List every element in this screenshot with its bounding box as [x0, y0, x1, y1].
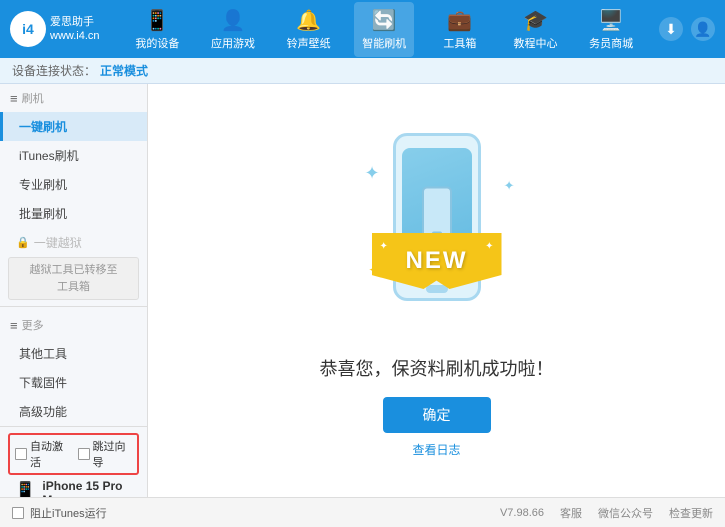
header-actions: ⬇ 👤 — [659, 17, 715, 41]
sidebar-item-itunes-flash[interactable]: iTunes刷机 — [0, 141, 147, 170]
status-bar: 设备连接状态： 正常模式 — [0, 58, 725, 84]
nav-bar: 📱 我的设备 👤 应用游戏 🔔 铃声壁纸 🔄 智能刷机 💼 工具箱 🎓 教程中心… — [120, 2, 649, 57]
status-value: 正常模式 — [100, 62, 148, 79]
flash-group-icon: ≡ — [10, 91, 18, 106]
wechat-public-link[interactable]: 微信公众号 — [598, 505, 653, 521]
sparkle-right-top: ✦ — [504, 178, 515, 194]
smart-flash-icon: 🔄 — [372, 8, 397, 33]
ribbon-body: ✦ NEW ✦ — [372, 233, 502, 289]
check-update-link[interactable]: 检查更新 — [669, 505, 713, 521]
ribbon-star-left: ✦ — [380, 241, 388, 252]
nav-smart-flash-label: 智能刷机 — [362, 35, 406, 51]
nav-ringtone-label: 铃声壁纸 — [287, 35, 331, 51]
device-details: iPhone 15 Pro Max 512GB iPhone — [42, 479, 133, 497]
sidebar-item-download-firmware[interactable]: 下载固件 — [0, 368, 147, 397]
sidebar-item-jailbreak-disabled: 🔒 一键越狱 — [0, 228, 147, 257]
nav-my-device-label: 我的设备 — [135, 35, 179, 51]
skip-guide-label: 跳过向导 — [93, 438, 133, 470]
nav-my-device[interactable]: 📱 我的设备 — [127, 2, 187, 57]
success-ribbon: ✦ NEW ✦ — [372, 233, 502, 289]
sidebar-item-one-key-flash[interactable]: 一键刷机 — [0, 112, 147, 141]
stop-itunes-checkbox[interactable] — [12, 507, 24, 519]
sidebar-more-section: ≡ 更多 其他工具 下载固件 高级功能 — [0, 311, 147, 426]
logo: i4 爱思助手 www.i4.cn — [10, 11, 100, 47]
nav-tutorial[interactable]: 🎓 教程中心 — [505, 2, 565, 57]
nav-toolbox-label: 工具箱 — [443, 35, 476, 51]
sidebar-item-other-tools[interactable]: 其他工具 — [0, 339, 147, 368]
nav-tutorial-label: 教程中心 — [513, 35, 557, 51]
auto-activate-checkbox[interactable]: 自动激活 — [15, 438, 70, 470]
skip-guide-cb-box[interactable] — [78, 448, 90, 460]
nav-service-label: 务员商城 — [589, 35, 633, 51]
content-area: ✦ NEW ✦ ✦ ✦ ✦ 恭喜您，保资料刷机成功啦！ 确定 查看日志 — [148, 84, 725, 497]
header: i4 爱思助手 www.i4.cn 📱 我的设备 👤 应用游戏 🔔 铃声壁纸 🔄… — [0, 0, 725, 58]
sidebar-flash-section: ≡ 刷机 一键刷机 iTunes刷机 专业刷机 批量刷机 🔒 一键越狱 越狱工具… — [0, 84, 147, 300]
ringtone-icon: 🔔 — [296, 8, 321, 33]
bottom-right: V7.98.66 客服 微信公众号 检查更新 — [500, 505, 713, 521]
auto-activate-label: 自动激活 — [30, 438, 70, 470]
sidebar-disabled-notice: 越狱工具已转移至工具箱 — [8, 257, 139, 300]
more-group-icon: ≡ — [10, 318, 18, 333]
nav-toolbox[interactable]: 💼 工具箱 — [430, 2, 490, 57]
bottom-bar: 阻止iTunes运行 V7.98.66 客服 微信公众号 检查更新 — [0, 497, 725, 527]
auto-activate-cb-box[interactable] — [15, 448, 27, 460]
user-btn[interactable]: 👤 — [691, 17, 715, 41]
logo-text: 爱思助手 www.i4.cn — [50, 15, 100, 44]
status-prefix: 设备连接状态： — [12, 62, 96, 79]
customer-service-link[interactable]: 客服 — [560, 505, 582, 521]
sidebar-divider-1 — [0, 306, 147, 307]
service-icon: 🖥️ — [599, 8, 624, 33]
sidebar: ≡ 刷机 一键刷机 iTunes刷机 专业刷机 批量刷机 🔒 一键越狱 越狱工具… — [0, 84, 148, 497]
ribbon-new-text: NEW — [406, 247, 468, 275]
toolbox-icon: 💼 — [447, 8, 472, 33]
device-phone-icon: 📱 — [14, 481, 36, 497]
sidebar-item-pro-flash[interactable]: 专业刷机 — [0, 170, 147, 199]
sidebar-item-batch-flash[interactable]: 批量刷机 — [0, 199, 147, 228]
device-checkbox-group: 自动激活 跳过向导 — [8, 433, 139, 475]
device-section: 自动激活 跳过向导 📱 iPhone 15 Pro Max 512GB iPho… — [0, 426, 147, 497]
download-btn[interactable]: ⬇ — [659, 17, 683, 41]
nav-app-game-label: 应用游戏 — [211, 35, 255, 51]
bottom-left: 阻止iTunes运行 — [12, 505, 107, 521]
stop-itunes-label: 阻止iTunes运行 — [30, 505, 107, 521]
version-label: V7.98.66 — [500, 507, 544, 519]
skip-guide-checkbox[interactable]: 跳过向导 — [78, 438, 133, 470]
success-illustration: ✦ NEW ✦ ✦ ✦ ✦ — [347, 123, 527, 343]
sparkle-left-top: ✦ — [365, 163, 380, 184]
success-message: 恭喜您，保资料刷机成功啦！ — [320, 355, 554, 381]
my-device-icon: 📱 — [145, 8, 170, 33]
view-log-link[interactable]: 查看日志 — [412, 441, 460, 458]
app-game-icon: 👤 — [221, 8, 246, 33]
main-layout: ≡ 刷机 一键刷机 iTunes刷机 专业刷机 批量刷机 🔒 一键越狱 越狱工具… — [0, 84, 725, 497]
device-info: 📱 iPhone 15 Pro Max 512GB iPhone — [8, 475, 139, 497]
logo-icon: i4 — [10, 11, 46, 47]
nav-service[interactable]: 🖥️ 务员商城 — [581, 2, 641, 57]
nav-ringtone[interactable]: 🔔 铃声壁纸 — [279, 2, 339, 57]
nav-app-game[interactable]: 👤 应用游戏 — [203, 2, 263, 57]
sidebar-group-flash: ≡ 刷机 — [0, 84, 147, 112]
sidebar-item-advanced[interactable]: 高级功能 — [0, 397, 147, 426]
tutorial-icon: 🎓 — [523, 8, 548, 33]
confirm-button[interactable]: 确定 — [383, 397, 491, 433]
sidebar-group-more: ≡ 更多 — [0, 311, 147, 339]
nav-smart-flash[interactable]: 🔄 智能刷机 — [354, 2, 414, 57]
ribbon-star-right: ✦ — [485, 241, 493, 252]
device-name: iPhone 15 Pro Max — [42, 479, 133, 497]
